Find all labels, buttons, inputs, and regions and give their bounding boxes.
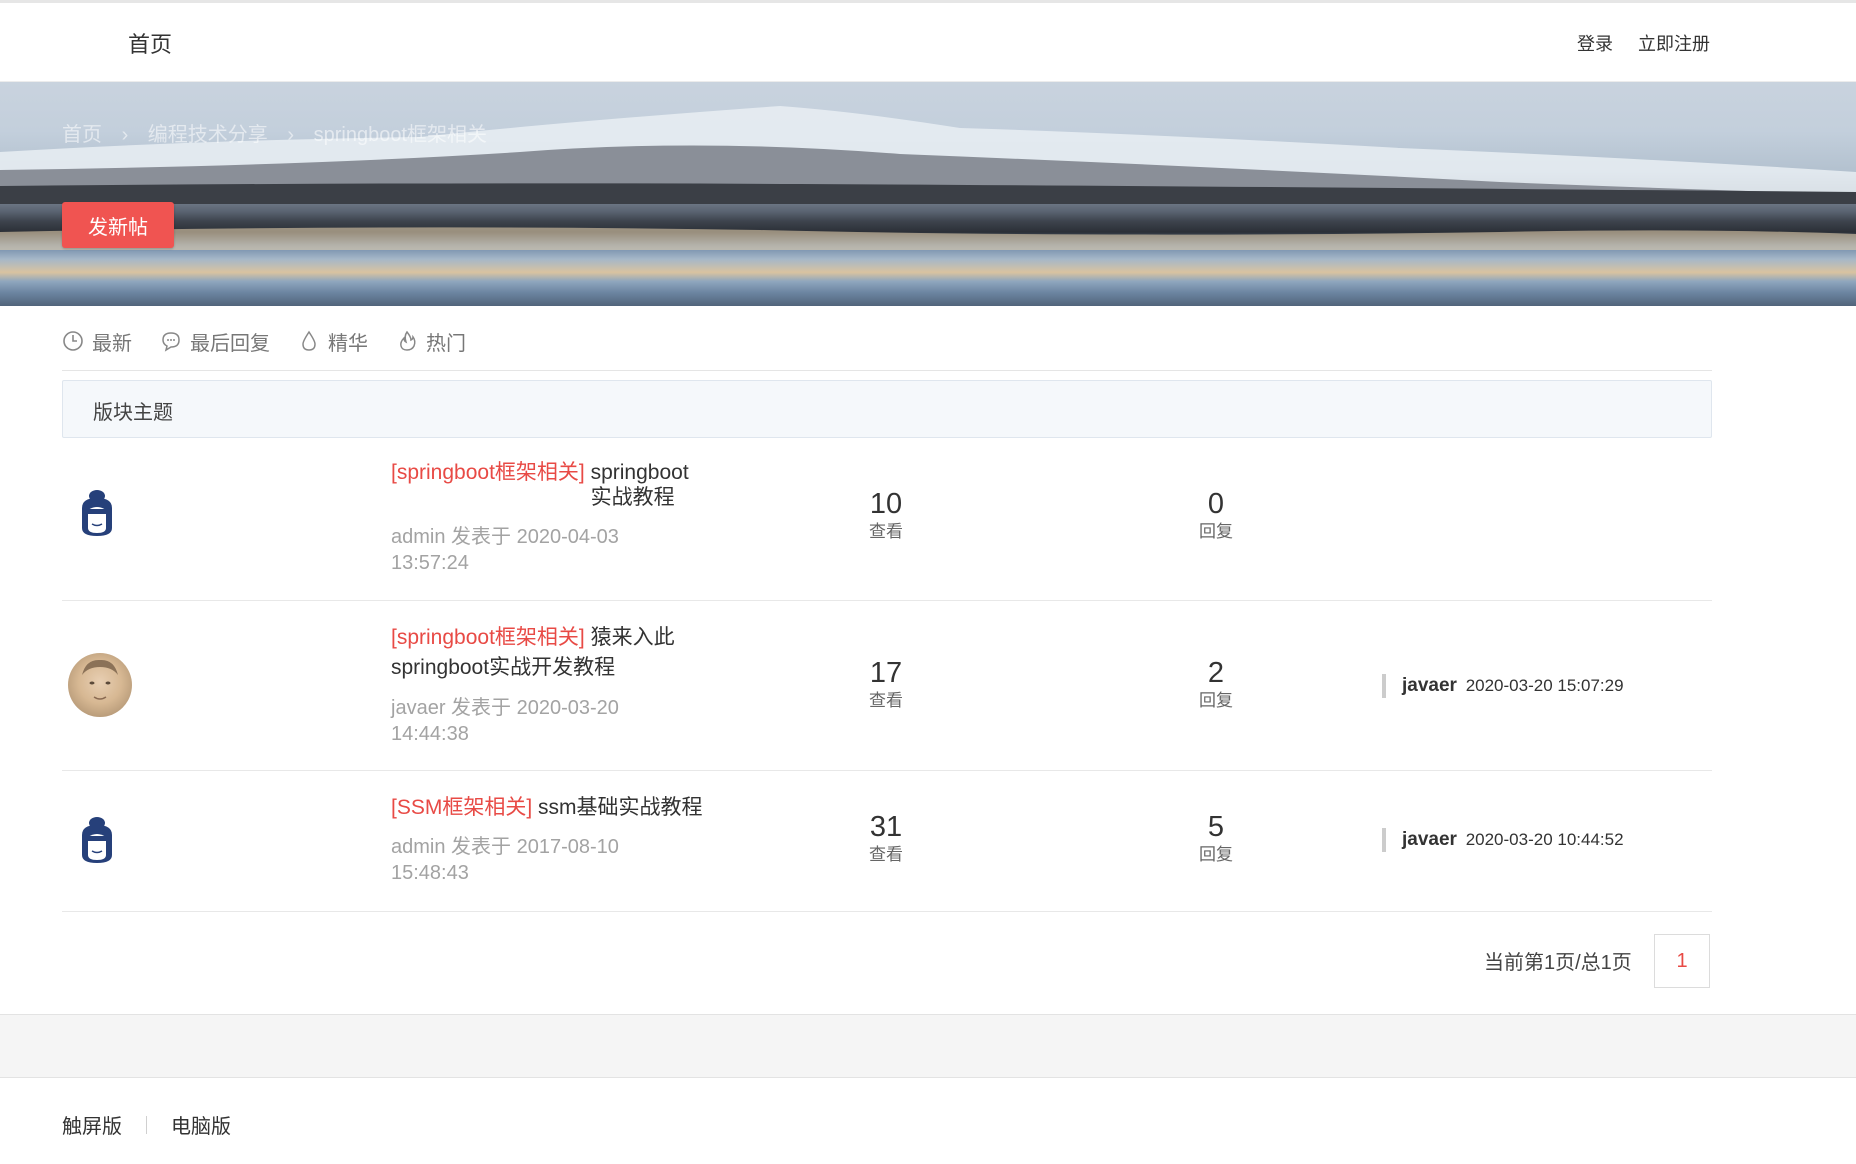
drop-icon bbox=[302, 330, 316, 351]
thread-row: [SSM框架相关] ssm基础实战教程 admin 发表于 2017-08-10… bbox=[62, 771, 1712, 912]
section-title: 版块主题 bbox=[93, 402, 173, 424]
divider bbox=[62, 370, 1712, 371]
footer-links: 触屏版 电脑版 bbox=[62, 1110, 231, 1139]
replies-count: 5 bbox=[1207, 811, 1225, 843]
thread-title-text[interactable]: ssm基础实战教程 bbox=[538, 796, 703, 819]
breadcrumb-forum[interactable]: springboot框架相关 bbox=[314, 124, 487, 146]
pagination-info: 当前第1页/总1页 bbox=[1484, 952, 1632, 974]
flame-icon bbox=[400, 330, 416, 351]
last-reply-time[interactable]: 2020-03-20 15:07:29 bbox=[1466, 676, 1624, 695]
thread-category-tag[interactable]: [springboot框架相关] bbox=[391, 461, 585, 484]
replies-label: 回复 bbox=[1199, 845, 1233, 864]
thread-time: 15:48:43 bbox=[391, 862, 469, 884]
thread-title[interactable]: [springboot框架相关] 猿来入此 springboot实战开发教程 bbox=[391, 625, 711, 680]
thread-meta: admin 发表于 2017-08-10 15:48:43 bbox=[391, 834, 651, 886]
breadcrumb: 首页 › 编程技术分享 › springboot框架相关 bbox=[62, 118, 501, 147]
login-link[interactable]: 登录 bbox=[1577, 34, 1613, 54]
breadcrumb-sep: › bbox=[287, 124, 295, 146]
thread-category-tag[interactable]: [springboot框架相关] bbox=[391, 626, 585, 649]
nav-account: 登录 立即注册 bbox=[1557, 30, 1710, 56]
page-button-current[interactable]: 1 bbox=[1654, 934, 1710, 988]
thread-title-text[interactable]: 猿来入此 bbox=[591, 626, 675, 649]
comment-icon bbox=[162, 332, 180, 352]
replies-stat: 2 回复 bbox=[1176, 657, 1256, 713]
monkey-avatar-icon[interactable] bbox=[76, 488, 118, 538]
views-count: 17 bbox=[869, 657, 903, 689]
last-reply-info: javaer 2020-03-20 15:07:29 bbox=[1382, 674, 1624, 698]
new-post-button[interactable]: 发新帖 bbox=[62, 202, 174, 248]
views-stat: 31 查看 bbox=[846, 811, 926, 867]
thread-category-tag[interactable]: [SSM框架相关] bbox=[391, 796, 532, 819]
thread-meta: admin 发表于 2020-04-03 13:57:24 bbox=[391, 524, 651, 576]
views-label: 查看 bbox=[869, 691, 903, 710]
filter-label: 最新 bbox=[92, 332, 132, 355]
pc-version-link[interactable]: 电脑版 bbox=[171, 1110, 231, 1139]
breadcrumb-home[interactable]: 首页 bbox=[62, 124, 102, 146]
replies-stat: 0 回复 bbox=[1176, 488, 1256, 544]
thread-title[interactable]: [SSM框架相关] ssm基础实战教程 bbox=[391, 795, 703, 820]
filter-label: 精华 bbox=[328, 332, 368, 355]
thread-row: [springboot框架相关] 猿来入此 springboot实战开发教程 j… bbox=[62, 601, 1712, 771]
section-header: 版块主题 bbox=[62, 380, 1712, 438]
thread-time: 14:44:38 bbox=[391, 723, 469, 745]
replies-count: 0 bbox=[1207, 488, 1225, 520]
breadcrumb-category[interactable]: 编程技术分享 bbox=[148, 124, 268, 146]
user-photo-avatar[interactable] bbox=[68, 653, 132, 717]
views-count: 10 bbox=[869, 488, 903, 520]
thread-title-text[interactable]: 实战教程 bbox=[591, 485, 689, 510]
clock-icon bbox=[63, 331, 83, 351]
last-reply-time[interactable]: 2020-03-20 10:44:52 bbox=[1466, 830, 1624, 849]
thread-filter-tabs: 最新 最后回复 精华 热门 bbox=[62, 326, 494, 356]
nav-home-link[interactable]: 首页 bbox=[128, 27, 172, 59]
breadcrumb-sep: › bbox=[121, 124, 129, 146]
last-reply-user[interactable]: javaer bbox=[1402, 675, 1457, 696]
footer-divider bbox=[146, 1115, 147, 1134]
replies-label: 回复 bbox=[1199, 522, 1233, 541]
views-label: 查看 bbox=[869, 522, 903, 541]
filter-label: 热门 bbox=[426, 332, 466, 355]
thread-meta: javaer 发表于 2020-03-20 14:44:38 bbox=[391, 695, 651, 747]
thread-title[interactable]: [springboot框架相关] springboot 实战教程 bbox=[391, 460, 689, 510]
filter-latest[interactable]: 最新 bbox=[62, 326, 132, 356]
replies-count: 2 bbox=[1207, 657, 1225, 689]
replies-stat: 5 回复 bbox=[1176, 811, 1256, 867]
thread-author-date: admin 发表于 2017-08-10 bbox=[391, 836, 619, 858]
filter-label: 最后回复 bbox=[190, 332, 270, 355]
thread-author-date: admin 发表于 2020-04-03 bbox=[391, 526, 619, 548]
thread-title-text[interactable]: springboot bbox=[591, 460, 689, 485]
views-count: 31 bbox=[869, 811, 903, 843]
thread-row: [springboot框架相关] springboot 实战教程 admin 发… bbox=[62, 438, 1712, 601]
landscape-illustration bbox=[0, 106, 1856, 250]
filter-digest[interactable]: 精华 bbox=[298, 326, 368, 356]
banner-image: 首页 › 编程技术分享 › springboot框架相关 发新帖 bbox=[0, 82, 1856, 306]
views-label: 查看 bbox=[869, 845, 903, 864]
views-stat: 10 查看 bbox=[846, 488, 926, 544]
thread-time: 13:57:24 bbox=[391, 552, 469, 574]
face-icon bbox=[82, 659, 118, 700]
footer-band bbox=[0, 1014, 1856, 1078]
last-reply-user[interactable]: javaer bbox=[1402, 829, 1457, 850]
replies-label: 回复 bbox=[1199, 691, 1233, 710]
touch-version-link[interactable]: 触屏版 bbox=[62, 1110, 122, 1139]
monkey-avatar-icon[interactable] bbox=[76, 815, 118, 865]
last-reply-info: javaer 2020-03-20 10:44:52 bbox=[1382, 828, 1624, 852]
thread-title-text[interactable]: springboot实战开发教程 bbox=[391, 655, 711, 680]
filter-last-reply[interactable]: 最后回复 bbox=[160, 326, 270, 356]
top-navbar: 首页 登录 立即注册 bbox=[0, 3, 1856, 82]
views-stat: 17 查看 bbox=[846, 657, 926, 713]
filter-hot[interactable]: 热门 bbox=[396, 326, 466, 356]
thread-author-date: javaer 发表于 2020-03-20 bbox=[391, 697, 619, 719]
register-link[interactable]: 立即注册 bbox=[1638, 34, 1710, 54]
